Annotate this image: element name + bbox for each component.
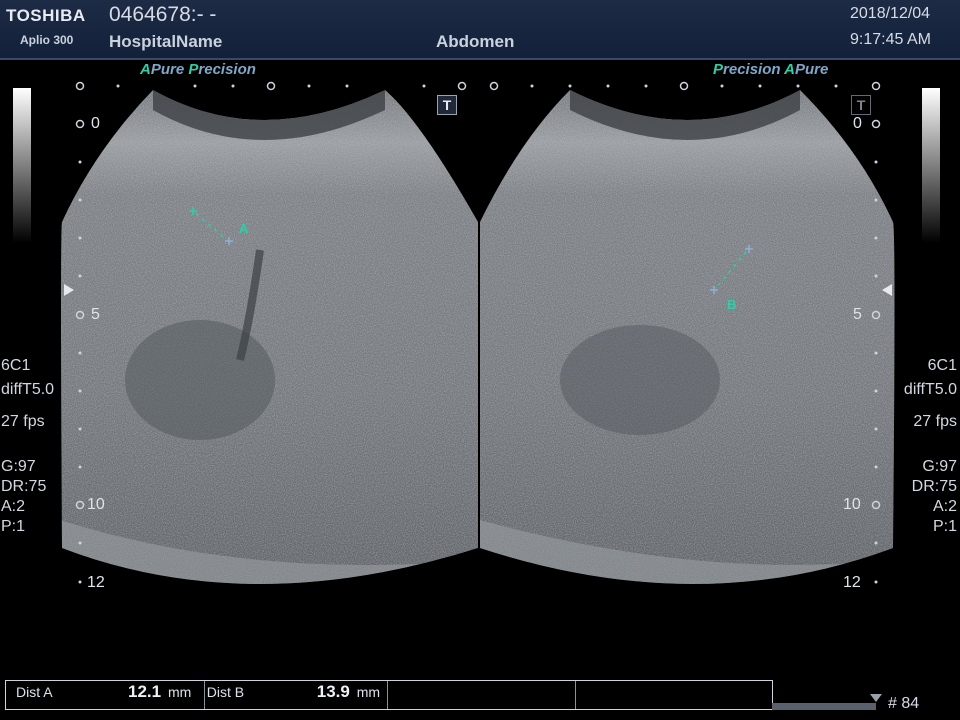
measurement-results-bar: Dist A 12.1 mm Dist B 13.9 mm <box>5 680 773 710</box>
right-fps: 27 fps <box>913 413 957 430</box>
right-depth-0: 0 <box>853 115 862 132</box>
right-depth-12: 12 <box>843 574 861 591</box>
dist-a-unit: mm <box>168 684 192 700</box>
left-mode-label: APure Precision <box>140 61 256 78</box>
left-a-param: A:2 <box>1 498 26 515</box>
ultrasound-image-area <box>13 81 940 584</box>
left-gain: G:97 <box>1 458 36 475</box>
left-fps: 27 fps <box>1 413 45 430</box>
right-mode-label: Precision APure <box>713 61 829 78</box>
left-filter: diffT5.0 <box>1 381 55 398</box>
left-dynamic-range: DR:75 <box>1 478 47 495</box>
right-grayscale-bar <box>922 88 940 243</box>
measurement-cell-empty-1[interactable] <box>388 681 577 709</box>
caliper-b-label: B <box>727 297 737 312</box>
cine-frame-slider[interactable] <box>772 703 876 710</box>
right-filter: diffT5.0 <box>903 381 957 398</box>
right-a-param: A:2 <box>932 498 957 515</box>
left-p-param: P:1 <box>1 518 26 535</box>
caliper-a-label: A <box>239 221 249 236</box>
dist-b-label: Dist B <box>206 684 245 700</box>
left-depth-12: 12 <box>87 574 105 591</box>
left-depth-5: 5 <box>91 306 100 323</box>
dist-a-cell[interactable]: Dist A 12.1 mm <box>6 681 205 709</box>
right-p-param: P:1 <box>932 518 957 535</box>
right-gain: G:97 <box>922 458 957 475</box>
right-sector-image <box>480 90 895 584</box>
dist-a-label: Dist A <box>16 684 53 700</box>
dist-b-value: 13.9 <box>316 682 350 701</box>
left-sector-image <box>61 90 478 584</box>
dist-b-cell[interactable]: Dist B 13.9 mm <box>205 681 388 709</box>
left-grayscale-bar <box>13 88 31 243</box>
right-depth-5: 5 <box>853 306 862 323</box>
dist-a-value: 12.1 <box>128 682 162 701</box>
cine-position-marker-icon <box>870 694 882 702</box>
right-dynamic-range: DR:75 <box>911 478 957 495</box>
right-probe: 6C1 <box>927 357 957 374</box>
dist-b-unit: mm <box>356 684 381 700</box>
left-depth-10: 10 <box>87 496 105 513</box>
left-probe: 6C1 <box>1 357 31 374</box>
left-active-image-marker[interactable]: T <box>437 95 457 115</box>
left-depth-0: 0 <box>91 115 100 132</box>
right-depth-10: 10 <box>843 496 861 513</box>
top-lateral-scale <box>75 81 881 91</box>
measurement-cell-empty-2[interactable] <box>576 681 772 709</box>
cine-frame-number: # 84 <box>888 695 920 712</box>
right-inactive-image-marker[interactable]: T <box>851 95 871 115</box>
